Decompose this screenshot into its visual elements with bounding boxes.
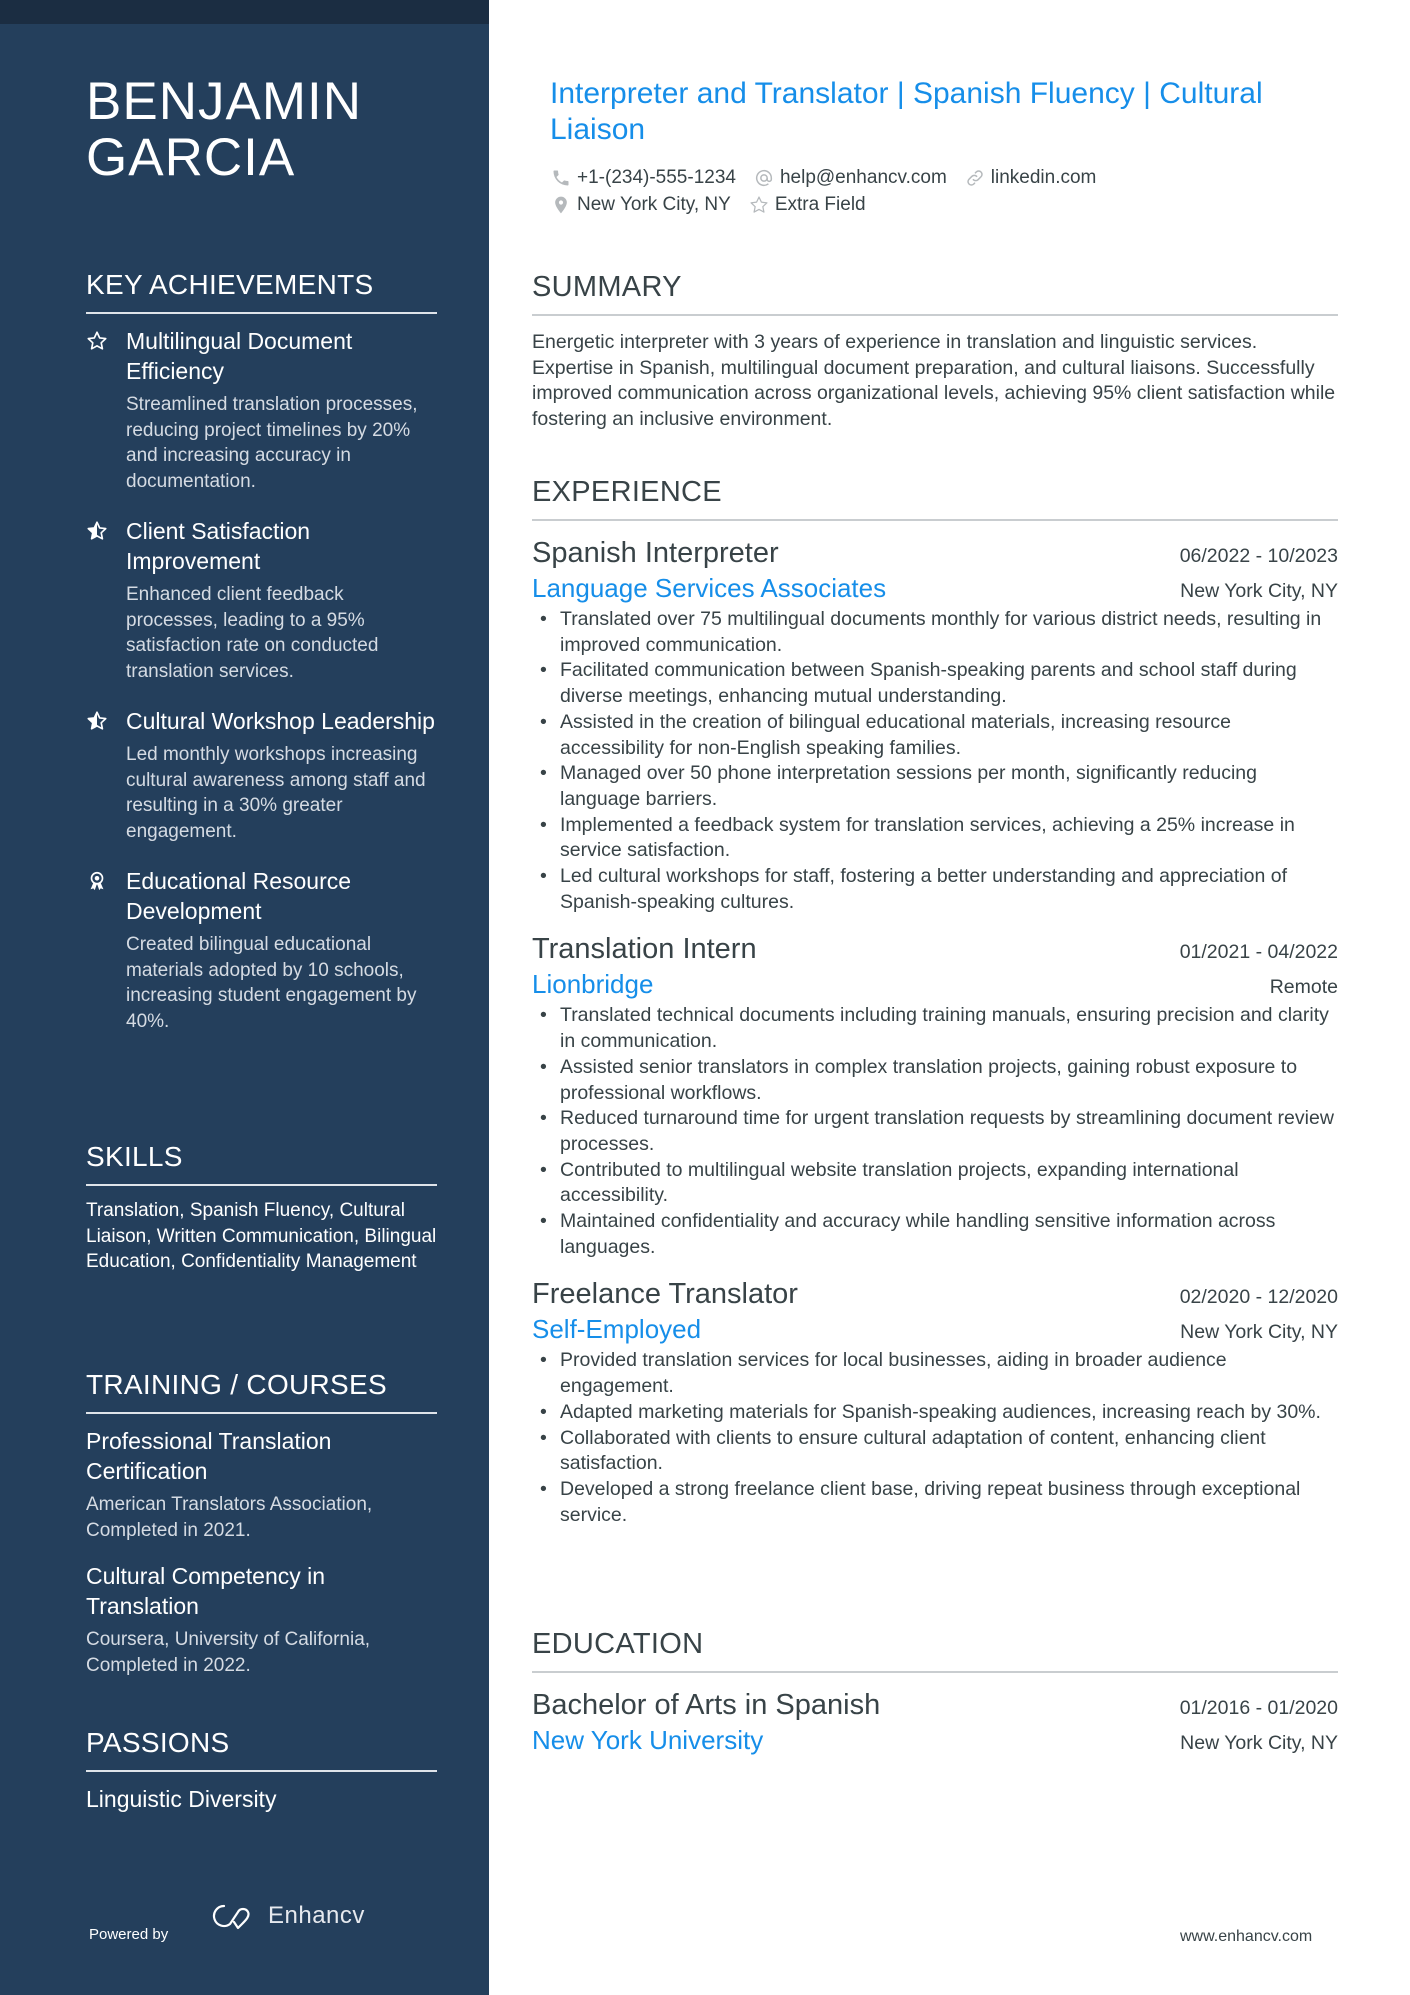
bullet-item: Implemented a feedback system for transl… [532,813,1338,864]
bullet-item: Collaborated with clients to ensure cult… [532,1426,1338,1477]
job-location: New York City, NY [1180,580,1338,602]
bullet-item: Led cultural workshops for staff, foster… [532,864,1338,915]
job-dates: 01/2021 - 04/2022 [1179,941,1338,964]
star-half-icon [87,711,107,730]
contact-location: New York City, NY [551,191,731,218]
bullet-item: Translated over 75 multilingual document… [532,607,1338,658]
job-location: New York City, NY [1180,1321,1338,1344]
job-location: Remote [1269,976,1338,999]
star-outline-icon [87,331,107,350]
summary-text: Energetic interpreter with 3 years of ex… [532,331,1336,430]
section-title: EXPERIENCE [532,475,1338,521]
job-role: Spanish Interpreter [532,537,779,569]
job-role: Translation Intern [532,933,757,966]
section-title: PASSIONS [86,1726,437,1772]
sidebar: BENJAMIN GARCIA KEY ACHIEVEMENTS Multili… [0,0,489,1995]
education-dates: 01/2016 - 01/2020 [1179,1697,1338,1719]
job-entry: Freelance Translator 02/2020 - 12/2020 Sel… [532,1276,1338,1528]
achievement-item: Multilingual Document Efficiency Streaml… [86,326,437,494]
job-bullets: Translated technical documents including… [532,1003,1338,1260]
link-icon [967,169,983,186]
job-entry: Translation Intern 01/2021 - 04/2022 Lionb… [532,931,1338,1260]
powered-by-label: Powered by [89,1926,169,1943]
contact-phone[interactable]: +1-(234)-555-1234 [551,164,736,191]
footer-site-link[interactable]: www.enhancv.com [1180,1928,1312,1946]
skills-section: SKILLS Translation, Spanish Fluency, Cul… [86,1140,437,1275]
degree: Bachelor of Arts in Spanish [532,1689,881,1721]
section-title: SUMMARY [532,270,1338,316]
key-achievements-section: KEY ACHIEVEMENTS Multilingual Document E… [86,268,437,1056]
company-name: Lionbridge [532,969,654,1000]
bullet-item: Reduced turnaround time for urgent trans… [532,1106,1338,1157]
job-entry: Spanish Interpreter 06/2022 - 10/2023 Lang… [532,535,1338,915]
bullet-item: Contributed to multilingual website tran… [532,1158,1338,1209]
job-dates: 06/2022 - 10/2023 [1179,545,1338,567]
bullet-item: Adapted marketing materials for Spanish-… [532,1400,1338,1426]
course-item: Professional Translation Certification A… [86,1428,373,1541]
phone-icon [553,170,569,185]
contact-info: +1-(234)-555-1234 help@enhancv.com linke… [551,164,1096,218]
skills-list: Translation, Spanish Fluency, Cultural L… [86,1200,437,1272]
course-item: Cultural Competency in Translation Cours… [86,1563,371,1676]
enhancv-logo[interactable]: Enhancv [208,1902,365,1930]
section-title: EDUCATION [532,1627,1338,1673]
bullet-item: Assisted senior translators in complex t… [532,1055,1338,1106]
enhancv-logo-icon [212,1904,250,1930]
bullet-item: Managed over 50 phone interpretation ses… [532,761,1338,812]
summary-section: SUMMARY Energetic interpreter with 3 yea… [532,270,1338,432]
section-title: KEY ACHIEVEMENTS [86,268,437,314]
headline: Interpreter and Translator | Spanish Flu… [550,77,1263,146]
sidebar-top-strip [0,0,489,24]
at-icon [755,169,773,186]
star-half-icon [87,521,107,540]
bullet-item: Facilitated communication between Spanis… [532,658,1338,709]
candidate-name: BENJAMIN GARCIA [86,72,362,187]
job-bullets: Translated over 75 multilingual document… [532,607,1338,915]
company-name: Self-Employed [532,1314,702,1345]
job-dates: 02/2020 - 12/2020 [1179,1286,1338,1309]
location-pin-icon [555,196,567,213]
passion-item: Linguistic Diversity [86,1786,277,1812]
contact-link[interactable]: linkedin.com [965,164,1096,191]
job-list: Spanish Interpreter 06/2022 - 10/2023 Lang… [532,535,1338,1528]
award-medal-icon [90,871,104,891]
experience-section: EXPERIENCE Spanish Interpreter 06/2022 - … [532,475,1338,1544]
section-title: SKILLS [86,1140,437,1186]
bullet-item: Maintained confidentiality and accuracy … [532,1209,1338,1260]
school-name: New York University [532,1725,764,1755]
bullet-item: Developed a strong freelance client base… [532,1477,1338,1528]
job-role: Freelance Translator [532,1278,798,1311]
achievement-item: Client Satisfaction Improvement Enhanced… [86,516,437,684]
contact-email[interactable]: help@enhancv.com [754,164,947,191]
passions-section: PASSIONS Linguistic Diversity [86,1726,437,1814]
enhancv-brand-text: Enhancv [268,1902,365,1929]
education-location: New York City, NY [1180,1732,1338,1754]
section-title: TRAINING / COURSES [86,1368,437,1414]
contact-extra-field: Extra Field [749,191,866,218]
training-section: TRAINING / COURSES Professional Translat… [86,1368,437,1696]
star-outline-icon [750,195,768,213]
achievement-item: Cultural Workshop Leadership Led monthly… [86,706,437,844]
bullet-item: Translated technical documents including… [532,1003,1338,1054]
job-bullets: Provided translation services for local … [532,1348,1338,1528]
company-name: Language Services Associates [532,573,887,603]
bullet-item: Assisted in the creation of bilingual ed… [532,710,1338,761]
bullet-item: Provided translation services for local … [532,1348,1338,1399]
achievement-item: Educational Resource Development Created… [86,866,437,1034]
education-section: EDUCATION Bachelor of Arts in Spanish 01… [532,1627,1338,1773]
education-item: Bachelor of Arts in Spanish 01/2016 - 01… [532,1687,1338,1757]
